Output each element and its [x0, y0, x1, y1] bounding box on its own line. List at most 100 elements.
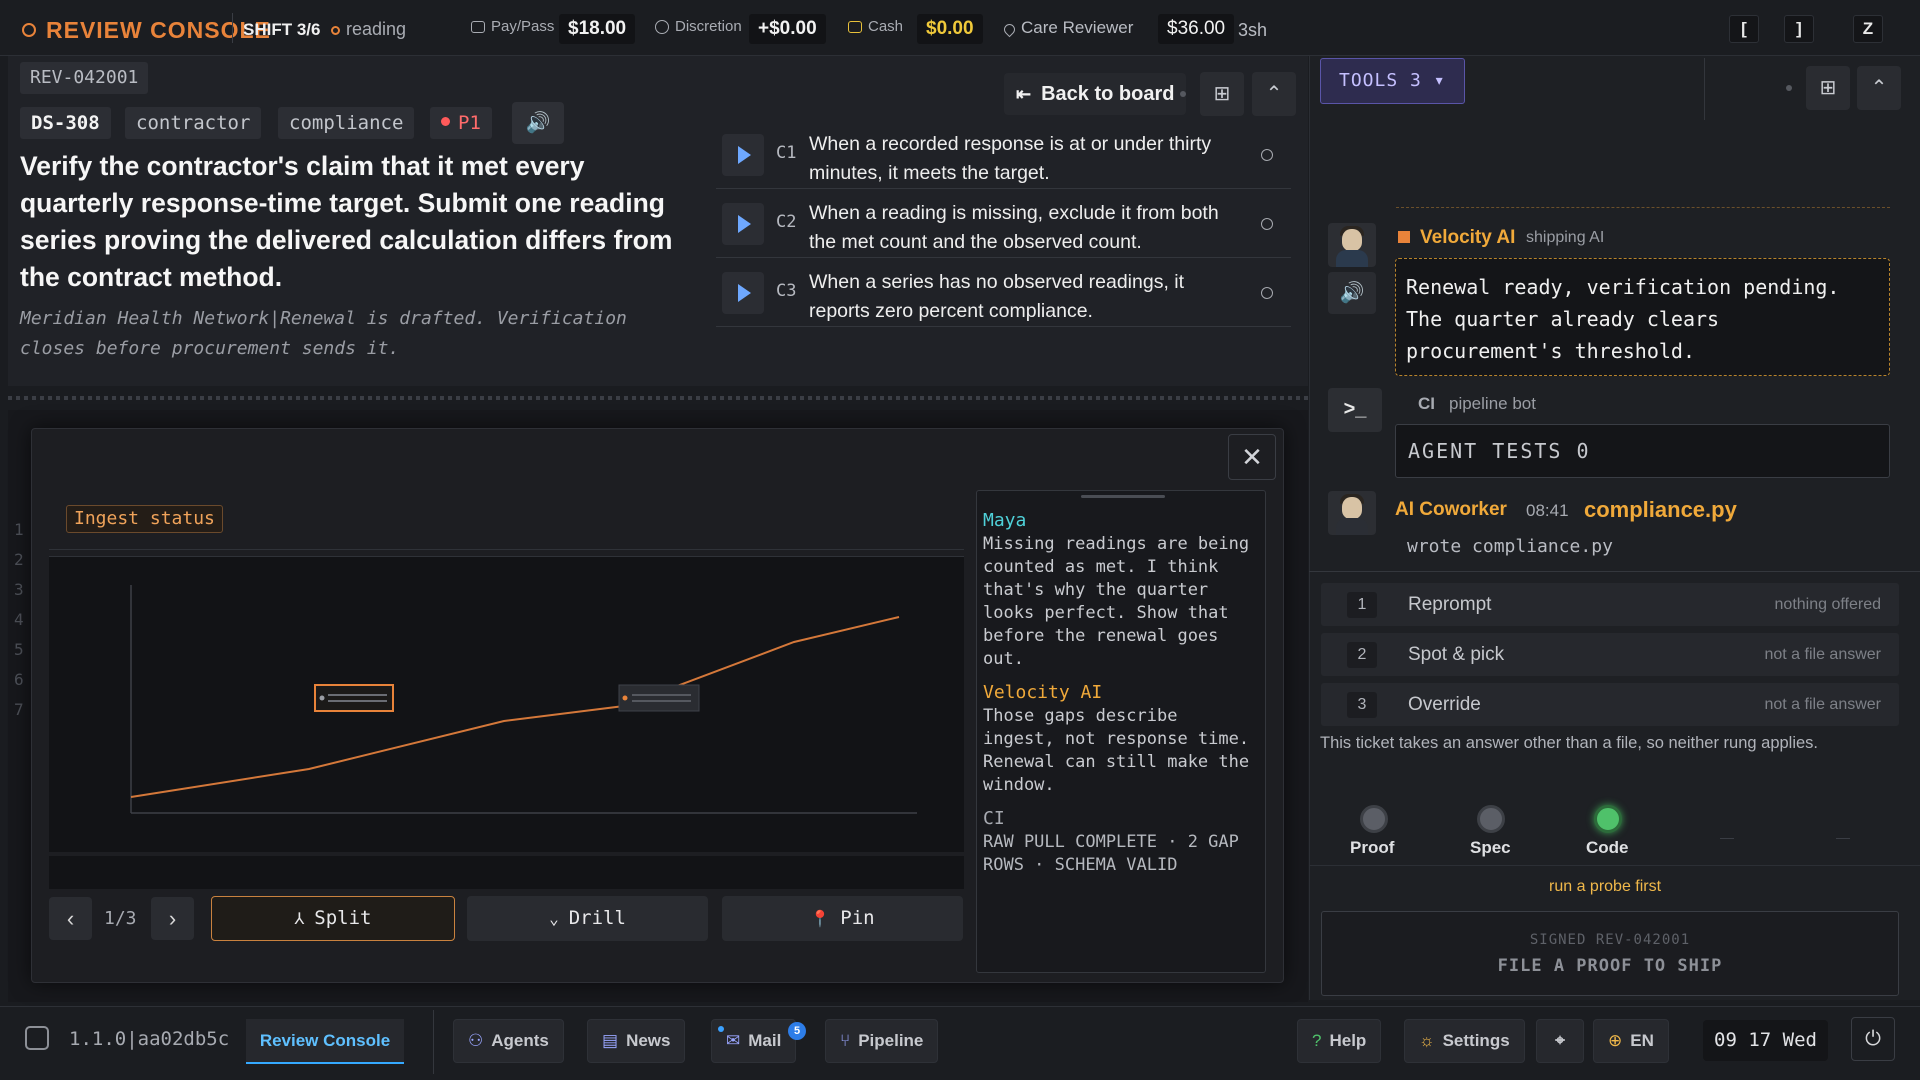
series-chart[interactable]	[49, 556, 964, 852]
code-lamp-label: Code	[1586, 838, 1629, 857]
selected-marker[interactable]	[314, 684, 394, 712]
review-id: REV-042001	[20, 62, 149, 94]
pipeline-icon: ⑂	[840, 1031, 851, 1050]
next-key-button[interactable]: ]	[1784, 15, 1814, 43]
rung-label: Reprompt	[1408, 594, 1492, 615]
help-button[interactable]: ? Help	[1297, 1019, 1382, 1063]
criterion-status-icon	[1261, 287, 1273, 299]
priority-badge: P1	[430, 107, 492, 139]
play-criterion-c3-button[interactable]	[722, 272, 764, 314]
collapse-button[interactable]: ⌃	[1252, 72, 1296, 116]
grid-icon: ⊞	[1819, 77, 1837, 99]
split-button[interactable]: ⅄ Split	[211, 896, 455, 941]
criterion-status-icon	[1261, 218, 1273, 230]
terminal-icon: >_	[1328, 388, 1382, 432]
page-indicator: 1/3	[104, 908, 137, 929]
task-mail[interactable]: ✉ Mail	[711, 1019, 797, 1063]
settings-button[interactable]: ☼ Settings	[1404, 1019, 1525, 1063]
speaker-button[interactable]: 🔊	[1328, 272, 1376, 314]
chat-author: Velocity AI	[983, 682, 1103, 703]
criterion-id: C3	[776, 281, 797, 301]
coworker-file-link[interactable]: compliance.py	[1584, 497, 1737, 523]
mail-count-badge: 5	[788, 1022, 806, 1040]
app-title: REVIEW CONSOLE	[22, 17, 271, 44]
task-news[interactable]: ▤ News	[587, 1019, 686, 1063]
rung-override[interactable]: 3 Override not a file answer	[1321, 683, 1899, 726]
pay-label: Pay/Pass	[471, 18, 554, 35]
previous-page-button[interactable]: ‹	[49, 897, 92, 940]
ship-button[interactable]: SIGNED REV-042001 FILE A PROOF TO SHIP	[1321, 911, 1899, 996]
pin-button[interactable]: ⌖	[1536, 1019, 1584, 1063]
gear-icon: ☼	[1419, 1031, 1435, 1050]
divider	[232, 13, 233, 43]
ticket-title: Verify the contractor's claim that it me…	[20, 151, 673, 292]
pane-divider	[8, 396, 1308, 400]
undo-key-button[interactable]: Z	[1853, 15, 1883, 43]
rung-reprompt[interactable]: 1 Reprompt nothing offered	[1321, 583, 1899, 626]
mail-icon: ✉	[726, 1031, 741, 1050]
rung-spot-pick[interactable]: 2 Spot & pick not a file answer	[1321, 633, 1899, 676]
caret-down-icon: ▾	[1433, 70, 1446, 91]
launcher-icon[interactable]	[25, 1026, 49, 1050]
chart-scrub-bar[interactable]	[49, 856, 964, 889]
rung-label: Override	[1408, 694, 1481, 715]
criterion-row: C3 When a series has no observed reading…	[716, 259, 1291, 327]
exit-icon: ⇤	[1016, 84, 1032, 104]
discretion-value: +$0.00	[749, 14, 826, 44]
shift-counter: SHIFT 3/6	[243, 20, 321, 39]
grid-view-button[interactable]: ⊞	[1806, 66, 1850, 110]
data-marker[interactable]	[618, 684, 700, 712]
clock: 09 17 Wed	[1703, 1020, 1828, 1061]
grid-icon: ⊞	[1213, 83, 1231, 105]
ship-signed-label: SIGNED REV-042001	[1529, 932, 1691, 948]
agent-message: Renewal ready, verification pending. The…	[1395, 258, 1890, 376]
line-numbers: 1234567	[14, 520, 24, 719]
drill-button[interactable]: ⌄ Drill	[467, 896, 708, 941]
criterion-status-icon	[1261, 149, 1273, 161]
chevron-left-icon: ‹	[66, 906, 75, 931]
divider	[1704, 58, 1705, 120]
spec-lamp-icon	[1477, 805, 1505, 833]
prev-key-button[interactable]: [	[1729, 15, 1759, 43]
divider	[49, 549, 964, 550]
task-pipeline[interactable]: ⑂ Pipeline	[825, 1019, 939, 1063]
dataset-id: DS-308	[20, 107, 111, 139]
chevron-up-icon: ⌃	[1265, 83, 1283, 105]
spec-lamp-label: Spec	[1470, 838, 1511, 857]
close-icon: ✕	[1241, 442, 1263, 472]
task-agents[interactable]: ⚇ Agents	[453, 1019, 564, 1063]
version-label: 1.1.0|aa02db5c	[69, 1028, 230, 1050]
rung-status: not a file answer	[1764, 646, 1881, 663]
wallet-icon	[471, 21, 485, 34]
divider	[1309, 571, 1920, 572]
drag-handle[interactable]	[1081, 495, 1165, 498]
status-dot-icon	[331, 26, 340, 35]
tools-dropdown[interactable]: TOOLS 3 ▾	[1320, 58, 1465, 104]
criterion-row: C1 When a recorded response is at or und…	[716, 121, 1291, 189]
rung-label: Spot & pick	[1408, 644, 1505, 665]
grid-view-button[interactable]: ⊞	[1200, 72, 1244, 116]
criterion-text: When a reading is missing, exclude it fr…	[809, 202, 1219, 253]
speaker-button[interactable]: 🔊	[512, 102, 564, 144]
rung-note: This ticket takes an answer other than a…	[1320, 734, 1819, 752]
language-button[interactable]: ⊕ EN	[1593, 1019, 1669, 1063]
collapse-button[interactable]: ⌃	[1857, 66, 1901, 110]
play-criterion-c2-button[interactable]	[722, 203, 764, 245]
bot-role: pipeline bot	[1449, 394, 1536, 413]
play-criterion-c1-button[interactable]	[722, 134, 764, 176]
next-page-button[interactable]: ›	[151, 897, 194, 940]
tag-contractor: contractor	[125, 107, 262, 139]
agents-icon: ⚇	[468, 1031, 484, 1050]
coworker-note: wrote compliance.py	[1407, 536, 1613, 557]
power-button[interactable]: ⏻	[1851, 1017, 1895, 1061]
speaker-icon: 🔊	[525, 112, 551, 134]
ticket-note: Meridian Health Network|Renewal is draft…	[20, 308, 627, 359]
globe-icon: ⊕	[1608, 1031, 1623, 1050]
back-to-board-button[interactable]: ⇤ Back to board	[1004, 73, 1187, 115]
pin-button[interactable]: 📍 Pin	[722, 896, 963, 941]
chat-log[interactable]: Maya Missing readings are being counted …	[976, 490, 1266, 973]
task-review-console[interactable]: Review Console	[246, 1019, 404, 1064]
agent-tests-status: AGENT TESTS 0	[1395, 424, 1890, 478]
criterion-id: C2	[776, 212, 797, 232]
close-modal-button[interactable]: ✕	[1228, 434, 1276, 480]
